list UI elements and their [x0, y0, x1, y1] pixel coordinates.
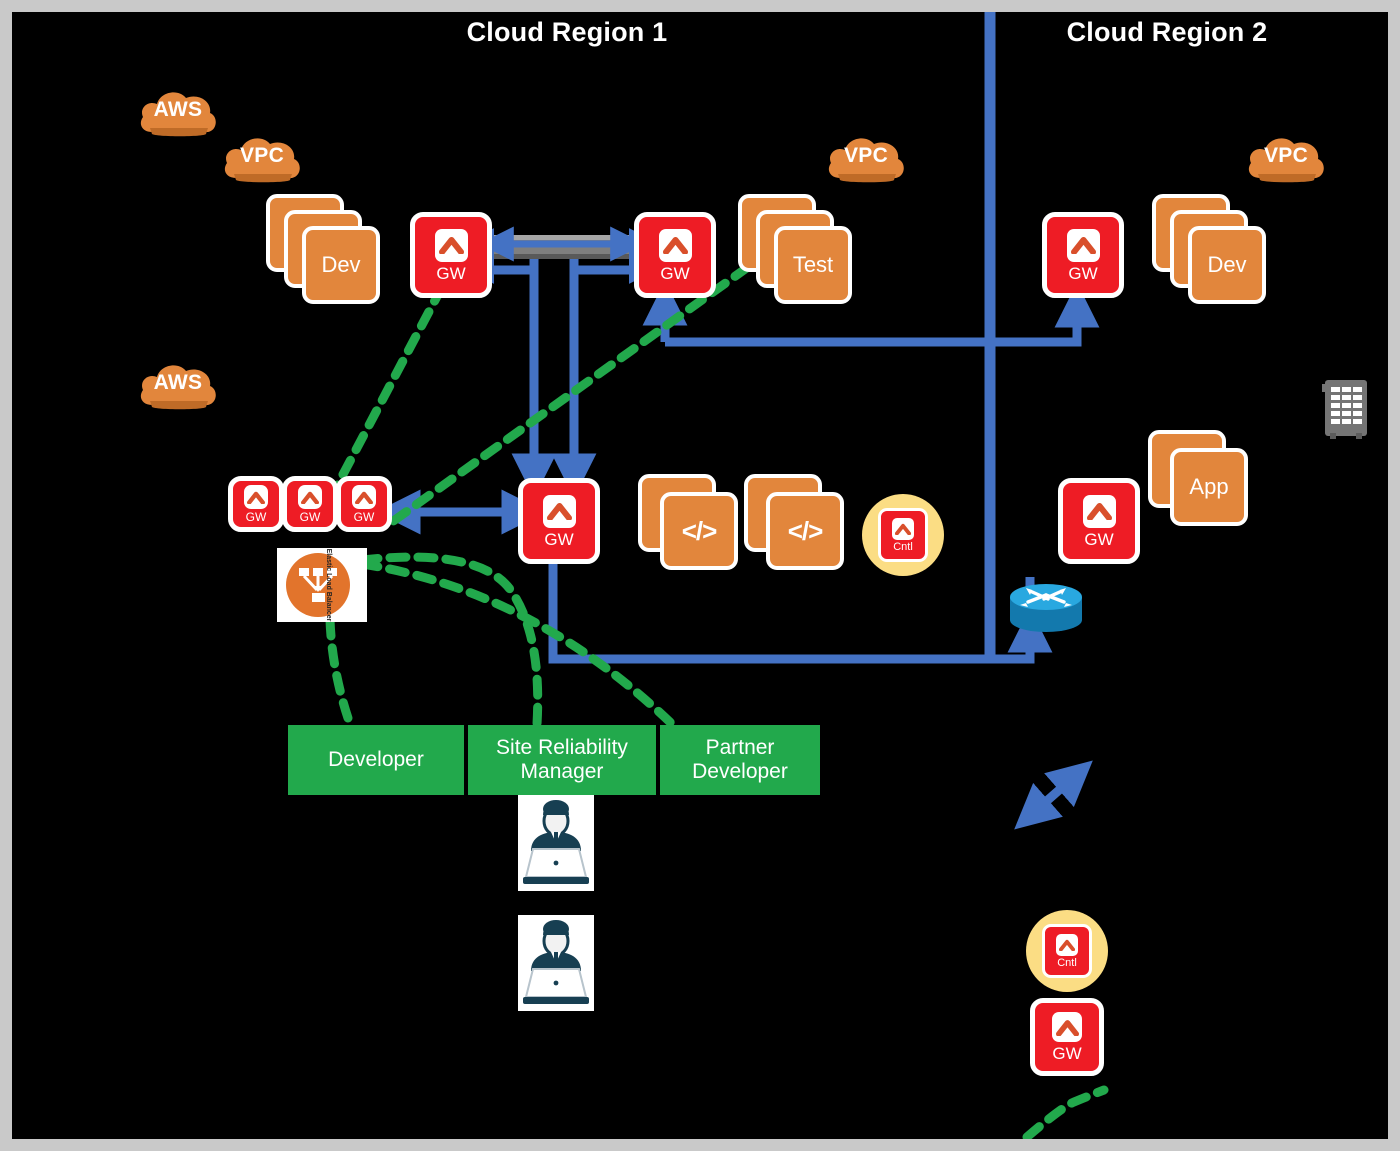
gateway-label: GW — [436, 263, 466, 283]
control-link-gw-dev-r1 — [325, 282, 447, 504]
stack-card-front: App — [1170, 448, 1248, 526]
chevron-up-icon — [1055, 1019, 1079, 1036]
stack-dev-region1[interactable]: Dev — [266, 194, 386, 304]
stack-label: </> — [787, 515, 824, 546]
router-icon — [1010, 584, 1082, 632]
center-gw-south-bus — [548, 555, 1053, 664]
cloud-aws-1[interactable]: AWS — [136, 84, 220, 140]
cloud-vpc-3[interactable]: VPC — [1244, 130, 1328, 186]
chevron-up-icon — [546, 503, 572, 520]
person-developer-1[interactable] — [518, 795, 594, 891]
connection-layer — [325, 12, 1172, 1139]
gateway-label: GW — [1084, 529, 1114, 549]
stack-label: Test — [792, 252, 834, 277]
chevron-up-icon — [247, 491, 265, 504]
role-label-line1: Site Reliability — [496, 736, 628, 760]
gateway-dev-region1[interactable]: GW — [410, 212, 492, 298]
vpn-tunnel-body — [484, 235, 639, 259]
gateway-center-region1[interactable]: GW — [518, 478, 600, 564]
diagram-stage: Cloud Region 1 Cloud Region 2 AWS VPC AW… — [12, 12, 1388, 1139]
cloud-icon — [828, 138, 904, 183]
chevron-up-icon — [662, 237, 688, 254]
chevron-up-icon — [355, 491, 373, 504]
controller-label: Cntl — [893, 540, 913, 553]
region-title-left: Cloud Region 1 — [466, 17, 668, 47]
datacenter-rack[interactable] — [1322, 378, 1370, 440]
gateway-app-region2[interactable]: GW — [1058, 478, 1140, 564]
user-at-laptop-icon — [523, 920, 589, 1004]
stack-dev-region2[interactable]: Dev — [1152, 194, 1272, 304]
cloud-icon — [1248, 138, 1324, 183]
stack-code-1[interactable]: </> — [638, 474, 744, 570]
gateway-cluster-3[interactable]: GW — [336, 476, 392, 532]
gateway-label: GW — [660, 263, 690, 283]
stack-test-region1[interactable]: Test — [738, 194, 858, 304]
stack-app-region2[interactable]: App — [1148, 430, 1254, 526]
role-site-reliability-manager[interactable]: Site Reliability Manager — [466, 725, 658, 795]
cloud-vpc-2[interactable]: VPC — [824, 130, 908, 186]
role-label: Developer — [328, 748, 424, 772]
chevron-up-icon — [1086, 503, 1112, 520]
diagram-canvas: Cloud Region 1 Cloud Region 2 AWS VPC AW… — [0, 0, 1400, 1151]
gateway-label: GW — [1052, 1044, 1082, 1063]
server-rack-icon — [1322, 380, 1367, 439]
cloud-icon — [140, 365, 216, 410]
control-link-legend-sample — [1022, 1085, 1109, 1139]
elastic-load-balancer[interactable]: Elastic Load Balancer — [277, 548, 367, 622]
role-label-line2: Developer — [692, 760, 788, 783]
gateway-label: GW — [544, 529, 574, 549]
cloud-icon — [140, 92, 216, 137]
chevron-up-icon — [301, 491, 319, 504]
role-label-line1: Partner — [705, 736, 775, 760]
chevron-up-icon — [1059, 939, 1075, 951]
stack-card-front: </> — [766, 492, 844, 570]
stack-code-2[interactable]: </> — [744, 474, 850, 570]
gateway-label: GW — [1068, 263, 1098, 283]
controller-region1[interactable]: Cntl — [862, 494, 944, 576]
person-developer-2[interactable] — [518, 915, 594, 1011]
legend-controller-node[interactable]: Cntl — [1026, 910, 1108, 992]
gateway-cluster-1[interactable]: GW — [228, 476, 284, 532]
load-balancer-icon — [299, 568, 337, 602]
gateway-tunnel-region1[interactable]: GW — [634, 212, 716, 298]
chevron-up-icon — [895, 523, 911, 535]
stack-card-front: Dev — [1188, 226, 1266, 304]
gateway-label: GW — [245, 510, 267, 524]
load-balancer-label: Elastic Load Balancer — [325, 548, 333, 622]
stack-label: Dev — [1207, 252, 1247, 277]
stack-label: App — [1189, 474, 1229, 499]
control-link-elb-to-developer — [325, 615, 355, 729]
stack-label: Dev — [321, 252, 361, 277]
user-at-laptop-icon — [523, 800, 589, 884]
region-title-right: Cloud Region 2 — [1066, 17, 1268, 47]
legend-gateway-node[interactable]: GW — [1030, 998, 1104, 1076]
cloud-vpc-1[interactable]: VPC — [220, 130, 304, 186]
gateway-label: GW — [353, 510, 375, 524]
control-link-elb-r1-bus — [357, 552, 543, 729]
controller-label: Cntl — [1057, 956, 1077, 969]
legend-data-arrow — [1014, 760, 1093, 830]
r1-r2-bus — [665, 282, 1100, 347]
control-link-elb-to-sre — [357, 559, 677, 729]
stack-card-front: Test — [774, 226, 852, 304]
role-developer[interactable]: Developer — [286, 725, 466, 795]
chevron-up-icon — [1070, 237, 1096, 254]
stack-card-front: </> — [660, 492, 738, 570]
gateway-label: GW — [299, 510, 321, 524]
cloud-aws-2[interactable]: AWS — [136, 357, 220, 413]
stack-label: </> — [681, 515, 718, 546]
router-region2[interactable] — [1006, 578, 1086, 636]
gateway-dev-region2[interactable]: GW — [1042, 212, 1124, 298]
gateway-cluster-2[interactable]: GW — [282, 476, 338, 532]
cloud-icon — [224, 138, 300, 183]
role-partner-developer[interactable]: Partner Developer — [658, 725, 822, 795]
stack-card-front: Dev — [302, 226, 380, 304]
chevron-up-icon — [438, 237, 464, 254]
role-label-line2: Manager — [520, 760, 604, 783]
